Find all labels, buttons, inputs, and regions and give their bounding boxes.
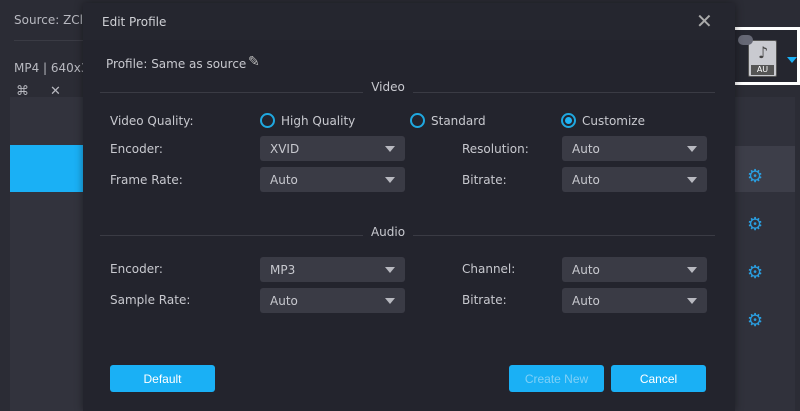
chevron-down-icon	[687, 177, 697, 183]
video-section-title: Video	[363, 80, 413, 94]
audio-encoder-label: Encoder:	[110, 262, 163, 276]
chevron-down-icon	[385, 298, 395, 304]
divider	[14, 40, 84, 41]
radio-standard[interactable]: Standard	[410, 113, 486, 128]
selected-file-row[interactable]	[10, 145, 90, 192]
sample-rate-select[interactable]: Auto	[260, 288, 405, 313]
pencil-icon[interactable]: ✎	[248, 54, 260, 70]
profile-row: Profile: Same as source	[106, 57, 247, 71]
video-encoder-select[interactable]: XVID	[260, 136, 405, 161]
resolution-label: Resolution:	[462, 142, 529, 156]
source-label: Source: ZCl6	[14, 13, 91, 27]
video-bitrate-select[interactable]: Auto	[562, 167, 707, 192]
video-bitrate-label: Bitrate:	[462, 173, 507, 187]
edit-profile-dialog: Edit Profile ✕ Profile: Same as source ✎…	[83, 3, 735, 411]
music-check-icon	[738, 35, 753, 45]
right-panel	[735, 97, 795, 411]
right-panel-selected	[735, 146, 795, 192]
audio-bitrate-label: Bitrate:	[462, 293, 507, 307]
close-icon[interactable]: ✕	[696, 9, 713, 33]
channel-label: Channel:	[462, 262, 516, 276]
resolution-select[interactable]: Auto	[562, 136, 707, 161]
audio-file-icon: ♪ AU	[748, 40, 777, 77]
create-new-button[interactable]: Create New	[509, 365, 604, 392]
chevron-down-icon	[687, 146, 697, 152]
dialog-title: Edit Profile	[102, 15, 167, 29]
chevron-down-icon	[687, 298, 697, 304]
sample-rate-label: Sample Rate:	[110, 293, 191, 307]
dialog-header	[83, 3, 735, 40]
frame-rate-label: Frame Rate:	[110, 173, 183, 187]
audio-bitrate-select[interactable]: Auto	[562, 288, 707, 313]
chevron-down-icon	[687, 267, 697, 273]
video-encoder-label: Encoder:	[110, 142, 163, 156]
video-quality-label: Video Quality:	[110, 114, 194, 128]
audio-encoder-select[interactable]: MP3	[260, 257, 405, 282]
radio-customize[interactable]: Customize	[561, 113, 645, 128]
dropdown-arrow-icon[interactable]	[787, 57, 797, 63]
channel-select[interactable]: Auto	[562, 257, 707, 282]
frame-rate-select[interactable]: Auto	[260, 167, 405, 192]
default-button[interactable]: Default	[110, 365, 215, 392]
chevron-down-icon	[385, 267, 395, 273]
audio-section-title: Audio	[363, 225, 413, 239]
cancel-button[interactable]: Cancel	[611, 365, 706, 392]
settings-gear-icon[interactable]: ⚙	[747, 168, 763, 186]
settings-gear-icon[interactable]: ⚙	[747, 312, 763, 330]
radio-high-quality[interactable]: High Quality	[260, 113, 355, 128]
settings-gear-icon[interactable]: ⚙	[747, 264, 763, 282]
settings-gear-icon[interactable]: ⚙	[747, 216, 763, 234]
chevron-down-icon	[385, 146, 395, 152]
chevron-down-icon	[385, 177, 395, 183]
